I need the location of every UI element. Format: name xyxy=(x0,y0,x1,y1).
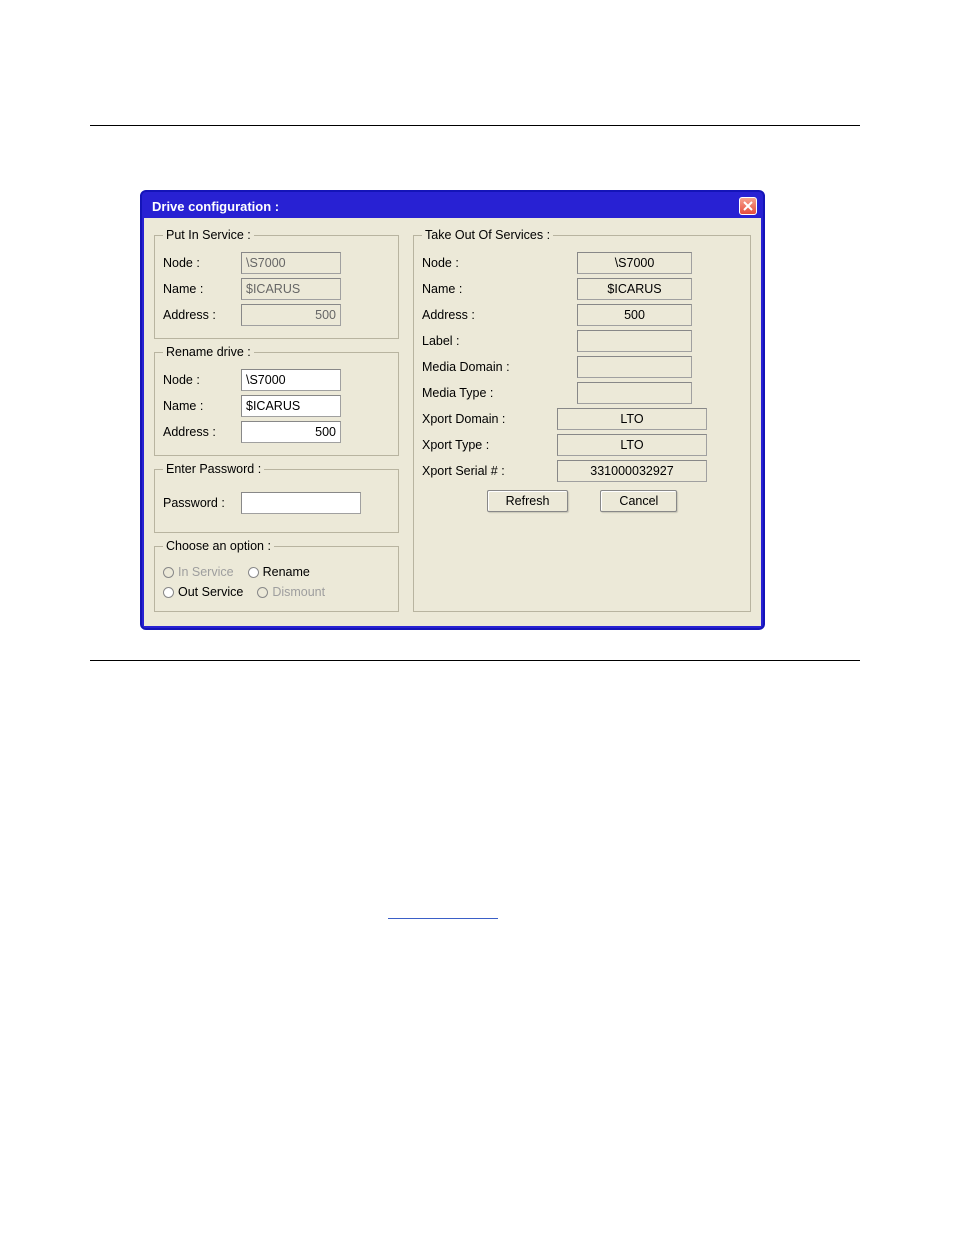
to-xport-domain-label: Xport Domain : xyxy=(422,412,557,426)
pis-name-field: $ICARUS xyxy=(241,278,341,300)
to-media-type-label: Media Type : xyxy=(422,386,577,400)
radio-out-service[interactable]: Out Service xyxy=(163,585,243,599)
radio-dismount: Dismount xyxy=(257,585,325,599)
radio-out-service-label: Out Service xyxy=(178,585,243,599)
password-input[interactable] xyxy=(241,492,361,514)
rename-drive-group: Rename drive : Node : \S7000 Name : $ICA… xyxy=(154,345,399,456)
rename-drive-legend: Rename drive : xyxy=(163,345,254,359)
pis-name-label: Name : xyxy=(163,282,241,296)
put-in-service-legend: Put In Service : xyxy=(163,228,254,242)
rd-address-field[interactable]: 500 xyxy=(241,421,341,443)
radio-icon xyxy=(163,567,174,578)
radio-icon xyxy=(257,587,268,598)
to-xport-serial-value: 331000032927 xyxy=(557,460,707,482)
to-xport-domain-value: LTO xyxy=(557,408,707,430)
to-media-type-value xyxy=(577,382,692,404)
radio-icon xyxy=(248,567,259,578)
to-label-value xyxy=(577,330,692,352)
drive-configuration-dialog: Drive configuration : Put In Service : N… xyxy=(140,190,765,630)
pis-node-label: Node : xyxy=(163,256,241,270)
radio-rename[interactable]: Rename xyxy=(248,565,310,579)
radio-rename-label: Rename xyxy=(263,565,310,579)
left-column: Put In Service : Node : \S7000 Name : $I… xyxy=(154,228,399,612)
page-link-underline xyxy=(388,918,498,919)
to-address-value: 500 xyxy=(577,304,692,326)
enter-password-group: Enter Password : Password : xyxy=(154,462,399,533)
take-out-group: Take Out Of Services : Node : \S7000 Nam… xyxy=(413,228,751,612)
rd-name-field[interactable]: $ICARUS xyxy=(241,395,341,417)
to-media-domain-label: Media Domain : xyxy=(422,360,577,374)
password-label: Password : xyxy=(163,496,241,510)
to-xport-serial-label: Xport Serial # : xyxy=(422,464,557,478)
refresh-button[interactable]: Refresh xyxy=(487,490,569,512)
radio-in-service-label: In Service xyxy=(178,565,234,579)
close-icon[interactable] xyxy=(739,197,757,215)
take-out-legend: Take Out Of Services : xyxy=(422,228,553,242)
pis-address-label: Address : xyxy=(163,308,241,322)
choose-option-legend: Choose an option : xyxy=(163,539,274,553)
to-node-label: Node : xyxy=(422,256,577,270)
dialog-body: Put In Service : Node : \S7000 Name : $I… xyxy=(144,218,761,626)
radio-in-service: In Service xyxy=(163,565,234,579)
rd-node-field[interactable]: \S7000 xyxy=(241,369,341,391)
pis-address-field: 500 xyxy=(241,304,341,326)
put-in-service-group: Put In Service : Node : \S7000 Name : $I… xyxy=(154,228,399,339)
page-bottom-rule xyxy=(90,660,860,661)
to-name-value: $ICARUS xyxy=(577,278,692,300)
enter-password-legend: Enter Password : xyxy=(163,462,264,476)
pis-node-field: \S7000 xyxy=(241,252,341,274)
rd-name-label: Name : xyxy=(163,399,241,413)
to-label-label: Label : xyxy=(422,334,577,348)
radio-icon xyxy=(163,587,174,598)
to-media-domain-value xyxy=(577,356,692,378)
to-address-label: Address : xyxy=(422,308,577,322)
to-xport-type-value: LTO xyxy=(557,434,707,456)
to-node-value: \S7000 xyxy=(577,252,692,274)
titlebar: Drive configuration : xyxy=(144,194,761,218)
choose-option-group: Choose an option : In Service Rename Out… xyxy=(154,539,399,612)
rd-address-label: Address : xyxy=(163,425,241,439)
rd-node-label: Node : xyxy=(163,373,241,387)
cancel-button[interactable]: Cancel xyxy=(600,490,677,512)
radio-dismount-label: Dismount xyxy=(272,585,325,599)
to-xport-type-label: Xport Type : xyxy=(422,438,557,452)
page-top-rule xyxy=(90,125,860,126)
to-name-label: Name : xyxy=(422,282,577,296)
right-column: Take Out Of Services : Node : \S7000 Nam… xyxy=(413,228,751,612)
dialog-title: Drive configuration : xyxy=(148,199,279,214)
